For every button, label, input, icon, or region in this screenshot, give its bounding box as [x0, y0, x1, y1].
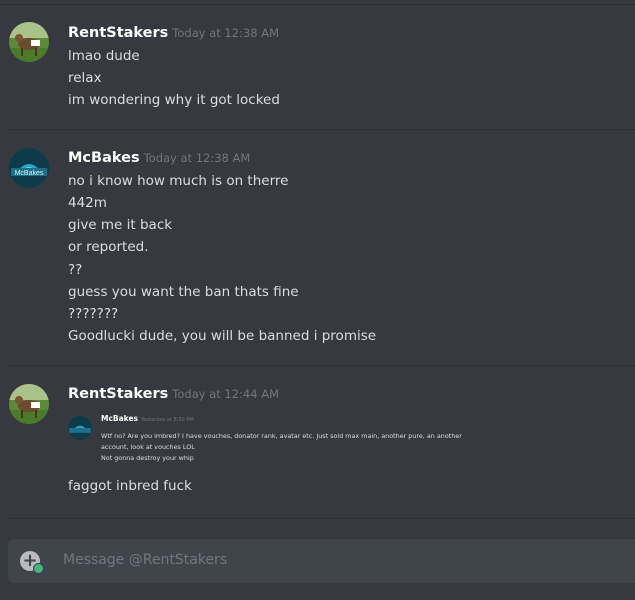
message-username[interactable]: RentStakers Today at 12:44 AM	[68, 385, 279, 403]
message-line: no i know how much is on therre	[68, 173, 289, 189]
username-text[interactable]: RentStakers	[68, 386, 168, 402]
embed-timestamp: Yesterday at 8:50 PM	[141, 417, 194, 423]
status-dot-icon	[33, 563, 44, 574]
message-divider	[8, 518, 635, 519]
message-line: or reported.	[68, 239, 149, 255]
embed-line: Wtf no? Are you imbred? I have vouches, …	[101, 432, 462, 440]
username-text[interactable]: McBakes	[68, 150, 140, 166]
message-divider	[8, 365, 635, 366]
top-divider	[0, 4, 635, 5]
message-line: 442m	[68, 195, 107, 211]
message-line: im wondering why it got locked	[68, 92, 280, 108]
message-line: relax	[68, 70, 102, 86]
message-line: lmao dude	[68, 48, 140, 64]
message-timestamp: Today at 12:38 AM	[143, 151, 251, 165]
embedded-screenshot[interactable]: McBakes Yesterday at 8:50 PM Wtf no? Are …	[68, 410, 488, 470]
message-timestamp: Today at 12:38 AM	[172, 26, 280, 40]
message-line: ??	[68, 262, 83, 278]
message-input-placeholder[interactable]: Message @RentStakers	[63, 552, 227, 568]
message-username[interactable]: McBakes Today at 12:38 AM	[68, 149, 250, 167]
message-divider	[8, 129, 635, 130]
embed-line: Not gonna destroy your whip	[101, 454, 194, 462]
embed-username: McBakes Yesterday at 8:50 PM	[101, 414, 194, 423]
message-line: ???????	[68, 306, 119, 322]
embed-username-text: McBakes	[101, 414, 139, 423]
message-line: Goodlucki dude, you will be banned i pro…	[68, 328, 377, 344]
message-username[interactable]: RentStakers Today at 12:38 AM	[68, 24, 279, 42]
svg-text:McBakes: McBakes	[15, 170, 44, 177]
goat-avatar[interactable]	[9, 22, 49, 62]
mcbakes-logo-avatar[interactable]: McBakes	[9, 148, 49, 188]
message-timestamp: Today at 12:44 AM	[172, 387, 280, 401]
mcbakes-logo-avatar	[68, 416, 92, 440]
message-line: guess you want the ban thats fine	[68, 284, 299, 300]
goat-avatar[interactable]	[9, 384, 49, 424]
username-text[interactable]: RentStakers	[68, 25, 168, 41]
message-line: give me it back	[68, 217, 173, 233]
message-line: faggot inbred fuck	[68, 478, 192, 494]
embed-line: account, look at vouches LOL	[101, 443, 195, 451]
message-composer[interactable]: + Message @RentStakers	[8, 539, 635, 583]
